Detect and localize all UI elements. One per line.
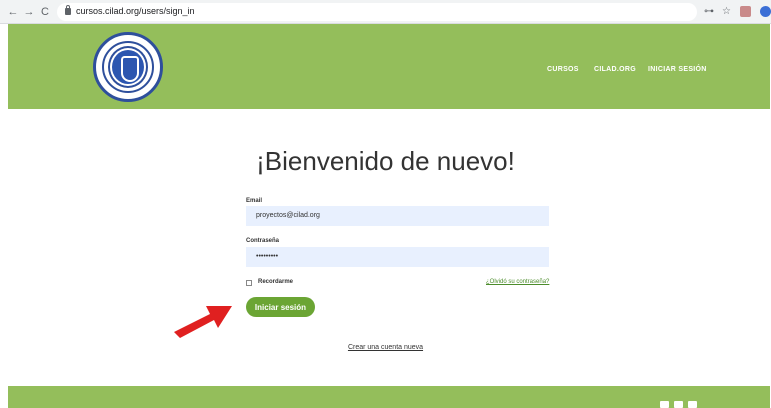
address-bar[interactable]: cursos.cilad.org/users/sign_in <box>57 3 697 21</box>
key-icon[interactable]: ⊶ <box>704 5 714 19</box>
browser-toolbar: ← → C cursos.cilad.org/users/sign_in ⊶ ☆ <box>0 0 771 24</box>
email-label: Email <box>246 198 263 204</box>
url-text[interactable]: cursos.cilad.org/users/sign_in <box>76 6 195 16</box>
red-arrow-icon <box>174 306 232 338</box>
password-field[interactable]: ••••••••• <box>246 247 549 267</box>
facebook-icon[interactable] <box>660 401 669 408</box>
remember-checkbox[interactable] <box>246 280 252 286</box>
forgot-password-link[interactable]: ¿Olvidó su contraseña? <box>486 279 549 285</box>
site-footer <box>8 386 770 408</box>
reload-icon[interactable]: C <box>38 4 52 20</box>
cilad-logo[interactable] <box>93 32 163 102</box>
nav-iniciar-sesion[interactable]: INICIAR SESIÓN <box>648 66 707 73</box>
password-label: Contraseña <box>246 238 280 244</box>
site-header: CURSOS CILAD.ORG INICIAR SESIÓN <box>8 24 770 109</box>
create-account-link[interactable]: Crear una cuenta nueva <box>348 344 423 351</box>
mail-icon[interactable] <box>688 401 697 408</box>
nav-cilad-org[interactable]: CILAD.ORG <box>594 66 636 73</box>
back-icon[interactable]: ← <box>6 4 20 20</box>
extension-icon[interactable] <box>740 6 751 17</box>
nav-cursos[interactable]: CURSOS <box>547 66 579 73</box>
profile-icon[interactable] <box>760 6 771 17</box>
star-icon[interactable]: ☆ <box>722 5 731 19</box>
remember-label: Recordarme <box>258 279 294 285</box>
logo-emblem <box>110 48 146 86</box>
instagram-icon[interactable] <box>674 401 683 408</box>
sign-in-button[interactable]: Iniciar sesión <box>246 297 315 317</box>
create-account-row: Crear una cuenta nueva <box>0 344 771 351</box>
lock-icon <box>65 5 71 15</box>
page-title: ¡Bienvenido de nuevo! <box>256 146 515 176</box>
forward-icon[interactable]: → <box>22 4 36 20</box>
email-field[interactable]: proyectos@cilad.org <box>246 206 549 226</box>
